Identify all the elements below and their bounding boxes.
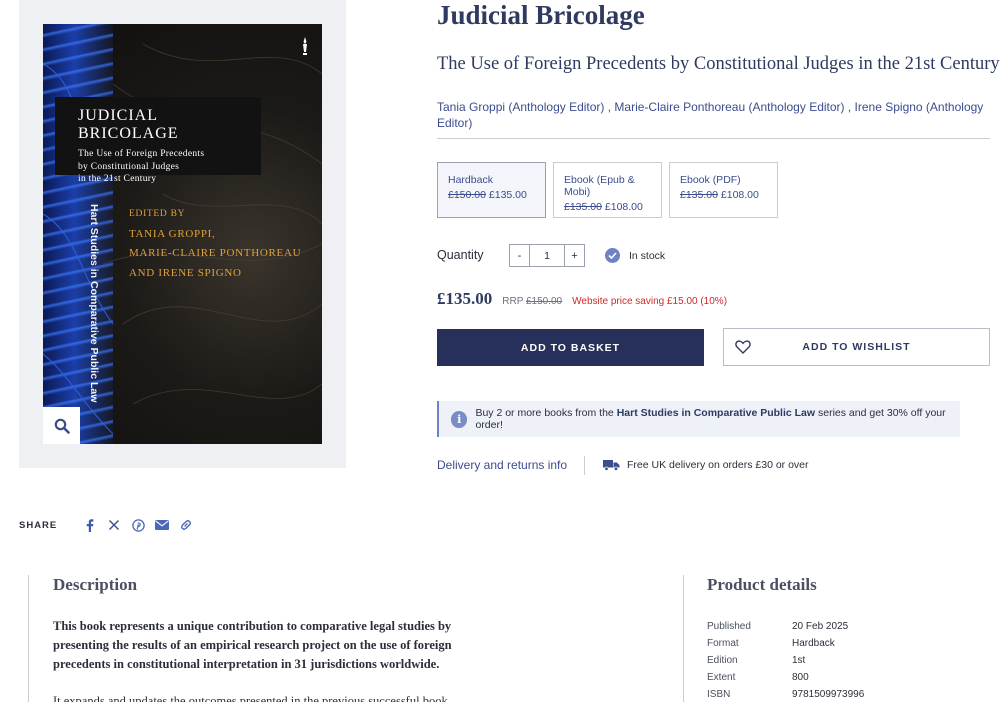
- format-price: £135.00 £108.00: [564, 201, 661, 213]
- cover-series-spine: Hart Studies in Comparative Public Law: [88, 204, 100, 403]
- add-to-wishlist-button[interactable]: ADD TO WISHLIST: [723, 328, 990, 366]
- divider: [683, 575, 684, 702]
- authors-list[interactable]: Tania Groppi (Anthology Editor) , Marie-…: [437, 99, 990, 131]
- product-details-table: Published 20 Feb 2025 Format Hardback Edit…: [707, 618, 864, 702]
- format-name: Hardback: [448, 174, 493, 186]
- price-row: £135.00 RRP £150.00 Website price saving…: [437, 289, 727, 309]
- free-delivery-text: Free UK delivery on orders £30 or over: [627, 459, 809, 471]
- detail-value: 20 Feb 2025: [792, 621, 849, 632]
- book-title: Judicial Bricolage: [437, 0, 645, 30]
- book-subtitle: The Use of Foreign Precedents by Constit…: [437, 54, 1000, 74]
- cover-title: JUDICIAL BRICOLAGE: [78, 107, 179, 142]
- stock-status: In stock: [605, 248, 665, 263]
- rrp-label: RRP: [502, 296, 524, 307]
- promo-series-link[interactable]: Hart Studies in Comparative Public Law: [617, 407, 815, 419]
- detail-value: 1st: [792, 655, 806, 666]
- detail-key: ISBN: [707, 689, 731, 700]
- quantity-input[interactable]: 1: [530, 244, 564, 267]
- delivery-returns-link[interactable]: Delivery and returns info: [437, 458, 567, 472]
- divider: [437, 138, 990, 139]
- divider: [28, 575, 29, 702]
- format-new-price: £135.00: [488, 189, 527, 201]
- description-line: This book represents a unique contributi…: [53, 619, 452, 633]
- email-icon[interactable]: [150, 516, 174, 534]
- format-name: Ebook (Epub & Mobi): [564, 174, 635, 198]
- quantity-label: Quantity: [437, 248, 484, 262]
- detail-value: Hardback: [792, 638, 835, 649]
- format-old-price: £150.00: [448, 189, 486, 201]
- info-icon: i: [451, 410, 468, 428]
- search-icon: [54, 418, 70, 434]
- series-promo-banner: i Buy 2 or more books from the Hart Stud…: [437, 401, 960, 437]
- pinterest-icon[interactable]: [126, 516, 150, 534]
- format-option-ebook-pdf[interactable]: Ebook (PDF) £135.00 £108.00: [669, 162, 778, 218]
- detail-key: Edition: [707, 655, 738, 666]
- format-old-price: £135.00: [564, 201, 602, 213]
- publisher-logo-icon: [303, 37, 307, 55]
- format-option-hardback[interactable]: Hardback £150.00 £135.00: [437, 162, 546, 218]
- authors-line[interactable]: Tania Groppi (Anthology Editor) , Marie-…: [437, 99, 990, 115]
- description-paragraph: It expands and updates the outcomes pres…: [53, 694, 448, 702]
- cover-edited-by: EDITED BY: [129, 209, 186, 219]
- stock-label: In stock: [629, 249, 666, 262]
- rrp-price: RRP £150.00: [502, 296, 562, 307]
- quantity-stepper: - 1 +: [509, 244, 585, 267]
- cover-title-box: JUDICIAL BRICOLAGE The Use of Foreign Pr…: [55, 97, 261, 184]
- format-old-price: £135.00: [680, 189, 718, 201]
- cover-subtitle-line: by Constitutional Judges: [78, 161, 180, 172]
- quantity-decrease-button[interactable]: -: [509, 244, 530, 267]
- add-to-basket-button[interactable]: ADD TO BASKET: [437, 329, 704, 366]
- rrp-value: £150.00: [525, 296, 563, 307]
- detail-row: Edition 1st: [707, 652, 864, 669]
- detail-key: Published: [707, 621, 751, 632]
- check-icon: [605, 248, 620, 263]
- format-option-ebook-epub[interactable]: Ebook (Epub & Mobi) £135.00 £108.00: [553, 162, 662, 218]
- format-price: £135.00 £108.00: [680, 189, 777, 201]
- cover-subtitle-line: in the 21st Century: [78, 174, 157, 184]
- promo-text-pre: Buy 2 or more books from the: [475, 407, 617, 419]
- link-icon[interactable]: [174, 516, 198, 534]
- format-name: Ebook (PDF): [680, 174, 741, 186]
- cover-subtitle: The Use of Foreign Precedents by Constit…: [78, 148, 261, 186]
- detail-row: ISBN 9781509973996: [707, 686, 864, 702]
- authors-line[interactable]: Editor): [437, 115, 990, 131]
- detail-row: Format Hardback: [707, 635, 864, 652]
- description-heading: Description: [53, 575, 138, 594]
- quantity-increase-button[interactable]: +: [564, 244, 585, 267]
- cover-subtitle-line: The Use of Foreign Precedents: [78, 149, 205, 159]
- detail-key: Format: [707, 638, 739, 649]
- detail-value: 9781509973996: [792, 689, 865, 700]
- description-lead: This book represents a unique contributi…: [53, 617, 523, 674]
- saving-text: Website price saving £15.00 (10%): [572, 296, 728, 307]
- format-new-price: £108.00: [720, 189, 759, 201]
- divider: [584, 456, 585, 475]
- heart-icon: [735, 340, 751, 354]
- description-line: presenting the results of an empirical r…: [53, 638, 452, 652]
- cover-editor-line: AND IRENE SPIGNO: [129, 266, 242, 279]
- x-icon[interactable]: [102, 516, 126, 534]
- current-price: £135.00: [437, 289, 493, 308]
- description-line: precedents in constitutional interpretat…: [53, 657, 440, 671]
- wishlist-label: ADD TO WISHLIST: [802, 341, 911, 353]
- cover-editor-line: TANIA GROPPI,: [129, 227, 216, 240]
- share-label: SHARE: [19, 519, 58, 531]
- book-cover-image[interactable]: JUDICIAL BRICOLAGE The Use of Foreign Pr…: [43, 24, 322, 444]
- zoom-button[interactable]: [43, 407, 80, 444]
- facebook-icon[interactable]: [78, 516, 102, 534]
- product-details-heading: Product details: [707, 575, 817, 594]
- truck-icon: [603, 460, 620, 471]
- promo-text: Buy 2 or more books from the Hart Studie…: [475, 407, 960, 431]
- detail-value: 800: [792, 672, 809, 683]
- format-new-price: £108.00: [604, 201, 643, 213]
- detail-row: Published 20 Feb 2025: [707, 618, 864, 635]
- format-price: £150.00 £135.00: [448, 189, 545, 201]
- cover-editors: EDITED BY TANIA GROPPI, MARIE-CLAIRE PON…: [129, 205, 301, 283]
- cover-editor-line: MARIE-CLAIRE PONTHOREAU: [129, 247, 302, 259]
- detail-key: Extent: [707, 672, 736, 683]
- free-delivery-note: Free UK delivery on orders £30 or over: [603, 459, 809, 471]
- share-bar: SHARE: [19, 516, 198, 534]
- detail-row: Extent 800: [707, 669, 864, 686]
